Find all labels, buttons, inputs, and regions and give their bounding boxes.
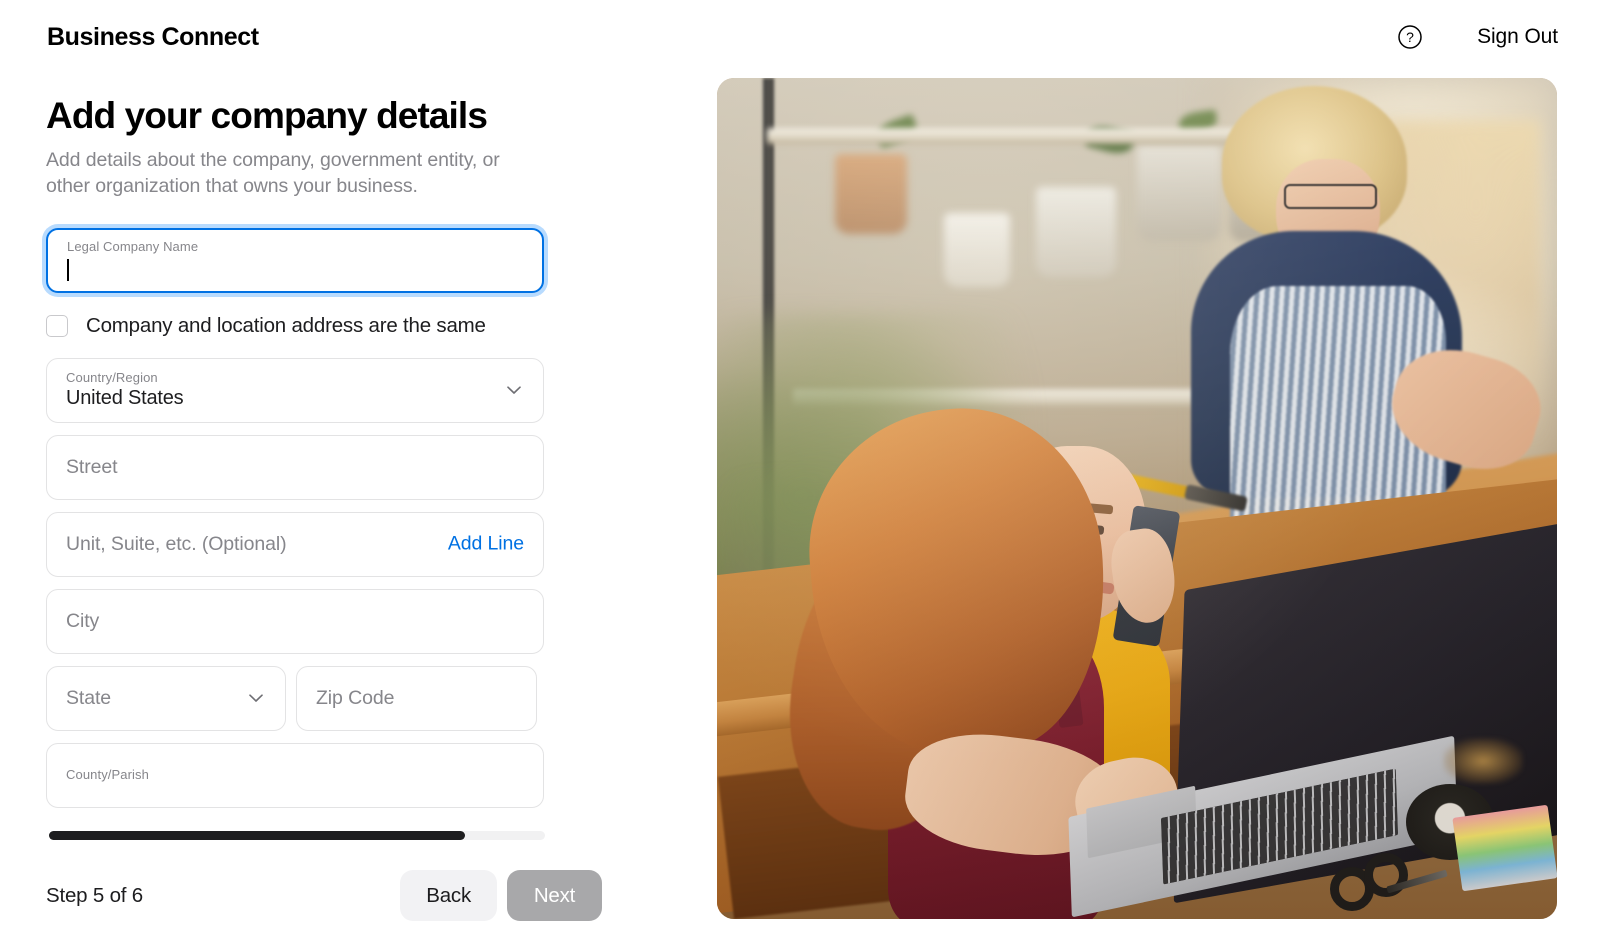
form-footer: Step 5 of 6 Back Next — [0, 842, 648, 949]
state-placeholder: State — [66, 686, 112, 709]
county-parish-content: County/Parish — [66, 767, 524, 783]
same-address-checkbox-row[interactable]: Company and location address are the sam… — [46, 314, 602, 338]
legal-company-name-content: Legal Company Name — [67, 239, 523, 281]
back-button[interactable]: Back — [400, 870, 497, 921]
state-field[interactable]: State — [46, 665, 286, 731]
page-title: Add your company details — [46, 95, 488, 136]
country-region-content: Country/Region United States — [66, 370, 524, 409]
country-region-label: Country/Region — [66, 370, 158, 386]
form-scroll-area[interactable]: Add your company details Add details abo… — [0, 74, 648, 844]
horizontal-scrollbar[interactable] — [49, 831, 545, 840]
next-button: Next — [507, 870, 602, 921]
brand-logo[interactable]: Business Connect — [46, 23, 259, 52]
brand-name: Business Connect — [47, 22, 259, 51]
city-placeholder: City — [66, 609, 100, 632]
county-parish-label: County/Parish — [66, 767, 149, 783]
step-indicator: Step 5 of 6 — [46, 883, 143, 907]
unit-suite-placeholder: Unit, Suite, etc. (Optional) — [66, 532, 287, 555]
onboarding-page: Business Connect ? Sign Out Add your com… — [0, 0, 1600, 949]
text-cursor — [67, 258, 69, 281]
chevron-down-icon[interactable] — [246, 688, 266, 708]
add-line-button[interactable]: Add Line — [448, 533, 524, 556]
zip-code-placeholder: Zip Code — [316, 686, 395, 709]
app-header: Business Connect ? Sign Out — [0, 0, 1600, 74]
zip-code-field[interactable]: Zip Code — [296, 665, 537, 731]
scrollbar-thumb[interactable] — [49, 831, 465, 840]
street-field[interactable]: Street — [46, 434, 544, 500]
sign-out-button[interactable]: Sign Out — [1477, 25, 1558, 49]
svg-text:?: ? — [1406, 29, 1414, 45]
question-mark-circle-icon[interactable]: ? — [1397, 24, 1423, 50]
state-zip-row: State Zip Code — [46, 665, 544, 731]
country-region-field[interactable]: Country/Region United States — [46, 357, 544, 423]
city-field[interactable]: City — [46, 588, 544, 654]
footer-buttons: Back Next — [400, 870, 602, 921]
hero-image — [717, 78, 1557, 919]
legal-company-name-field[interactable]: Legal Company Name — [46, 227, 544, 293]
country-region-value: United States — [66, 386, 184, 409]
legal-company-name-label: Legal Company Name — [67, 239, 199, 255]
florist-shop-photo — [717, 78, 1557, 919]
same-address-checkbox[interactable] — [46, 314, 68, 337]
page-subtitle: Add details about the company, governmen… — [46, 149, 500, 198]
form-pane: Add your company details Add details abo… — [0, 74, 648, 949]
unit-suite-field[interactable]: Unit, Suite, etc. (Optional) Add Line — [46, 511, 544, 577]
street-placeholder: Street — [66, 455, 118, 478]
county-parish-field[interactable]: County/Parish — [46, 742, 544, 808]
header-actions: ? Sign Out — [1397, 24, 1558, 50]
chevron-down-icon[interactable] — [504, 380, 524, 400]
same-address-label: Company and location address are the sam… — [86, 313, 486, 337]
